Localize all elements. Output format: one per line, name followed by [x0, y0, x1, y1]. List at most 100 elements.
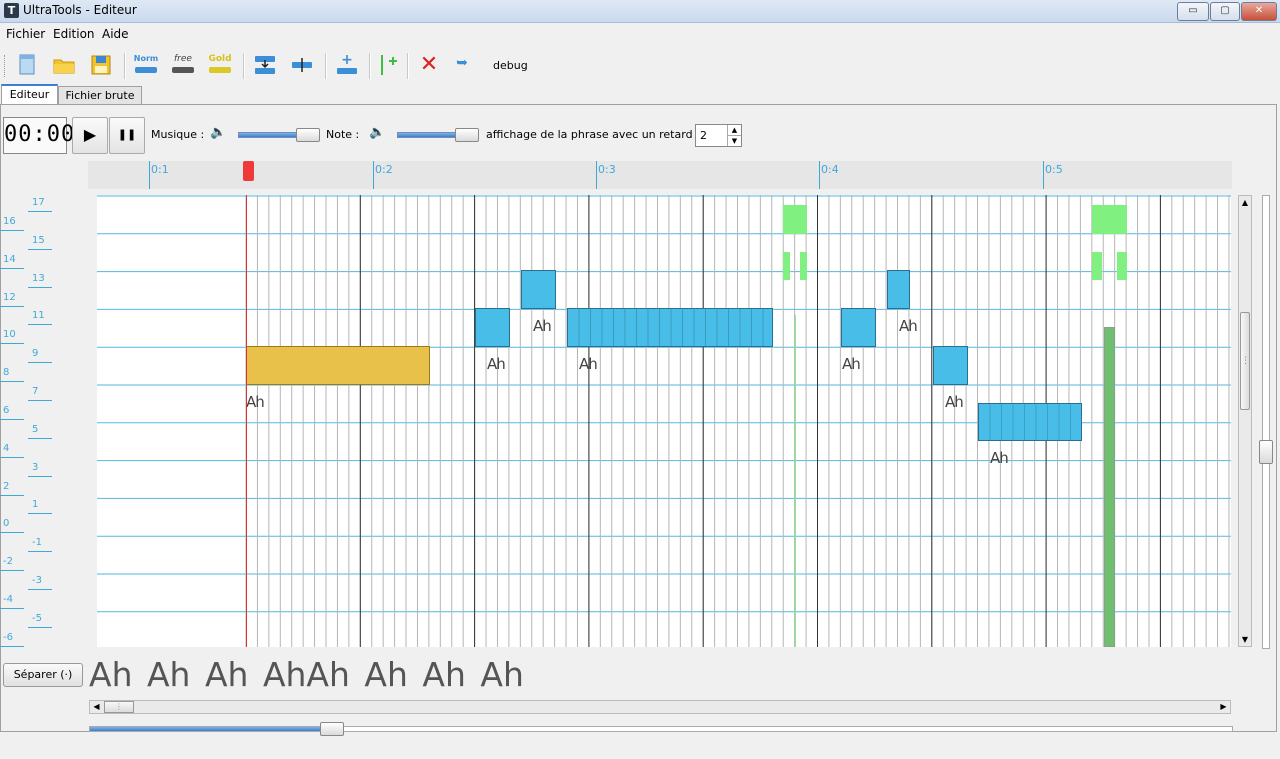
scroll-right-button[interactable]: ▶	[1217, 701, 1230, 713]
tab-fichier-brute[interactable]: Fichier brute	[58, 86, 142, 105]
menu-edition[interactable]: Edition	[53, 27, 95, 41]
pitch-label: -4	[3, 593, 13, 605]
note-grid[interactable]: Ah Ah Ah Ah Ah Ah Ah Ah	[97, 195, 1231, 647]
menu-aide[interactable]: Aide	[102, 27, 129, 41]
pitch-tick	[28, 211, 52, 212]
pause-icon: ❚❚	[117, 128, 137, 141]
time-display: 00:00	[3, 117, 74, 154]
pitch-label: 8	[3, 367, 10, 379]
pitch-ruler: 17 16 15 14 13 12 11 10 9 8 7 6 5 4 3 2 1 0 -1 -2 -3 -4 -5 -6	[0, 195, 58, 647]
time-label: 0:4	[821, 163, 839, 176]
note-lyric: Ah	[899, 317, 918, 335]
pitch-tick	[28, 475, 52, 477]
note-block[interactable]	[521, 270, 556, 309]
close-button[interactable]: ✕	[1241, 2, 1277, 21]
note-block[interactable]	[567, 308, 773, 347]
time-label: 0:1	[151, 163, 169, 176]
norm-icon[interactable]: Norm	[133, 52, 159, 78]
toolbar-separator	[243, 53, 245, 79]
gold-icon[interactable]: Gold	[207, 52, 233, 78]
vertical-zoom-slider[interactable]	[1262, 195, 1270, 649]
playhead-line	[246, 195, 247, 647]
note-lyric: Ah	[842, 355, 861, 373]
pitch-label: -3	[32, 575, 42, 586]
pitch-tick	[0, 229, 24, 231]
app-icon: T	[4, 3, 19, 18]
timeline-ruler[interactable]: 0:1 0:2 0:3 0:4 0:5	[88, 161, 1232, 189]
playhead-marker[interactable]	[243, 161, 254, 181]
add-glyph: +	[341, 52, 353, 68]
open-folder-icon[interactable]	[51, 52, 77, 78]
zoom-slider-handle[interactable]	[320, 722, 344, 736]
toolbar-separator	[325, 53, 327, 79]
minimize-button[interactable]: ▭	[1177, 2, 1209, 21]
pause-button[interactable]: ❚❚	[109, 117, 145, 154]
play-button[interactable]: ▶	[72, 117, 108, 154]
scroll-thumb[interactable]: ⋮	[1240, 312, 1250, 410]
note-block[interactable]	[475, 308, 510, 347]
pitch-tick	[28, 248, 52, 250]
delay-label: affichage de la phrase avec un retard de…	[486, 128, 717, 141]
add-green-icon[interactable]	[376, 52, 402, 78]
pitch-label: 14	[3, 253, 16, 265]
pitch-tick	[0, 607, 24, 609]
window-title: UltraTools - Editeur	[23, 3, 137, 17]
pitch-label: 5	[32, 423, 39, 435]
pitch-marker-green	[1092, 252, 1102, 280]
pitch-label: 4	[3, 442, 10, 454]
scroll-down-button[interactable]: ▼	[1239, 633, 1251, 646]
pitch-tick	[0, 343, 24, 345]
tab-editeur[interactable]: Editeur	[1, 84, 58, 106]
zoom-slider[interactable]	[89, 726, 1233, 732]
music-volume-handle[interactable]	[296, 128, 320, 142]
toolbar-separator	[407, 53, 409, 79]
horizontal-scrollbar[interactable]: ◀ ⋮ ▶	[89, 700, 1231, 714]
toolbar-separator	[369, 53, 371, 79]
pitch-tick	[0, 418, 24, 420]
pitch-bar-green	[1104, 327, 1115, 647]
note-block[interactable]	[933, 346, 968, 385]
maximize-button[interactable]: ▢	[1210, 2, 1240, 21]
split-icon[interactable]	[289, 52, 315, 78]
note-volume-handle[interactable]	[455, 128, 479, 142]
note-block[interactable]	[978, 403, 1082, 441]
add-note-icon[interactable]: +	[334, 52, 360, 78]
pitch-tick	[28, 513, 52, 515]
pitch-tick	[28, 437, 52, 439]
new-file-icon[interactable]	[14, 52, 40, 78]
vertical-scrollbar[interactable]: ▲ ⋮ ▼	[1238, 195, 1252, 647]
note-block[interactable]	[887, 270, 910, 309]
note-golden[interactable]	[246, 346, 430, 385]
free-icon[interactable]: free	[170, 52, 196, 78]
pitch-label: 13	[32, 272, 45, 284]
scroll-left-button[interactable]: ◀	[90, 701, 103, 713]
menu-fichier[interactable]: Fichier	[6, 27, 45, 41]
save-icon[interactable]	[88, 52, 114, 78]
hscroll-thumb[interactable]: ⋮	[104, 701, 134, 713]
redo-icon[interactable]: ➥	[449, 52, 475, 78]
delete-icon[interactable]: ✕	[416, 52, 442, 78]
pitch-marker-green	[800, 252, 807, 280]
insert-below-icon[interactable]	[252, 52, 278, 78]
pitch-tick	[0, 645, 24, 647]
spin-down-button[interactable]: ▼	[727, 135, 741, 146]
lyrics-line[interactable]: Ah Ah Ah AhAh Ah Ah Ah	[89, 655, 524, 694]
vertical-zoom-handle[interactable]	[1259, 440, 1273, 464]
separate-button[interactable]: Séparer (·)	[3, 663, 83, 687]
note-lyric: Ah	[945, 393, 964, 411]
play-icon: ▶	[83, 125, 97, 144]
time-tick	[596, 161, 597, 189]
pitch-label: 7	[32, 386, 39, 397]
delay-spinbox[interactable]: 2 ▲ ▼	[695, 124, 742, 147]
debug-button[interactable]: debug	[493, 59, 528, 72]
free-label: free	[174, 54, 192, 64]
pitch-label: 10	[3, 329, 16, 341]
note-volume-icon: 🔈	[369, 125, 386, 140]
toolbar-separator	[124, 53, 126, 79]
spin-up-button[interactable]: ▲	[727, 125, 741, 135]
note-label: Note :	[326, 128, 360, 141]
pitch-label: -2	[3, 556, 13, 568]
note-block[interactable]	[841, 308, 876, 347]
scroll-up-button[interactable]: ▲	[1239, 196, 1251, 209]
pitch-label: 3	[32, 461, 39, 473]
